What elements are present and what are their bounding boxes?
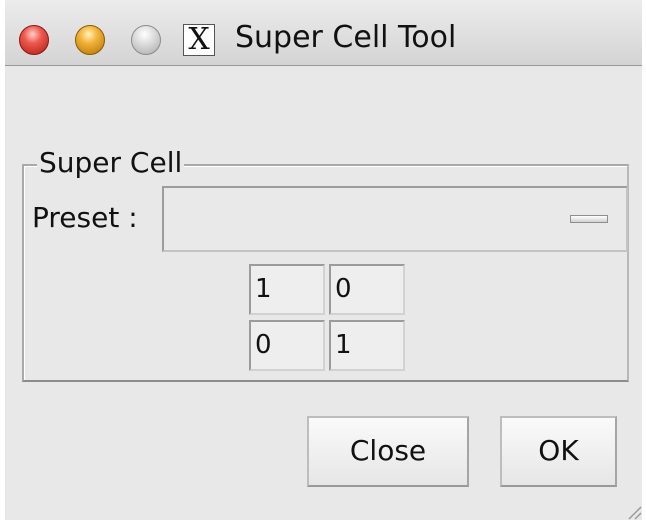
matrix-cell-r0c1[interactable]: 0 — [329, 264, 405, 315]
resize-grip-icon[interactable] — [624, 502, 642, 520]
matrix-cell-r1c1[interactable]: 1 — [329, 320, 405, 371]
x11-app-icon: X — [183, 24, 215, 56]
matrix-cell-r0c0[interactable]: 1 — [249, 264, 325, 315]
ok-button[interactable]: OK — [500, 416, 617, 487]
window-title: Super Cell Tool — [235, 20, 457, 55]
close-window-icon[interactable] — [19, 25, 49, 55]
title-bar[interactable]: X Super Cell Tool — [5, 0, 642, 66]
matrix-cell-r1c0[interactable]: 0 — [249, 320, 325, 371]
super-cell-tool-window: X Super Cell Tool Super Cell Preset : 1 … — [5, 0, 642, 520]
preset-label: Preset : — [32, 201, 138, 234]
minimize-window-icon[interactable] — [75, 25, 105, 55]
dropdown-arrow-icon — [570, 215, 608, 223]
close-button[interactable]: Close — [307, 416, 469, 487]
zoom-window-icon[interactable] — [131, 25, 161, 55]
preset-dropdown[interactable] — [162, 186, 628, 252]
super-cell-group-title: Super Cell — [37, 145, 185, 181]
